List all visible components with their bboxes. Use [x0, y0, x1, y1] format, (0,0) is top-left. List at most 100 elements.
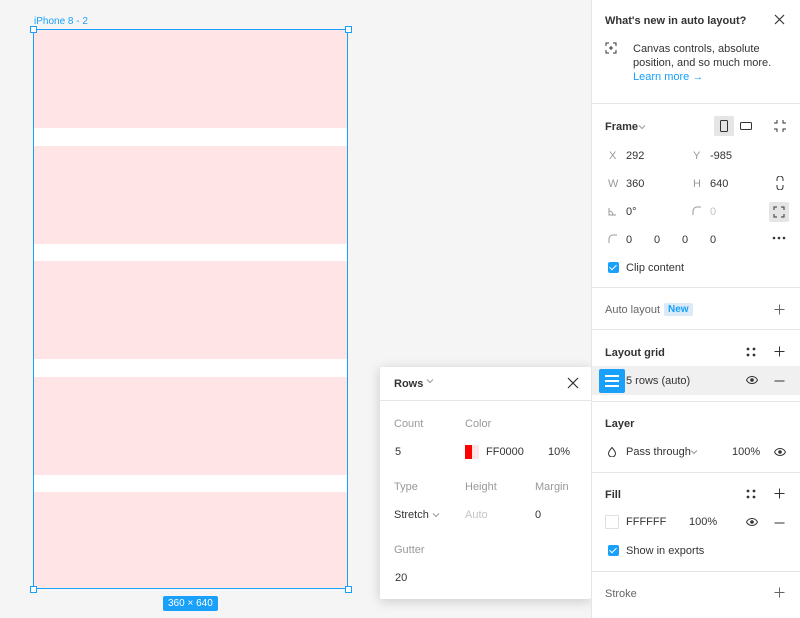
layout-grid-row: [34, 377, 347, 475]
corner-top-left-input[interactable]: 0: [626, 234, 632, 246]
add-stroke-icon[interactable]: [774, 587, 785, 598]
eye-icon[interactable]: [746, 376, 758, 384]
fill-opacity-input[interactable]: 100%: [689, 516, 717, 528]
fill-title: Fill: [605, 489, 621, 501]
close-icon[interactable]: [567, 377, 579, 389]
x-label: X: [609, 150, 617, 162]
show-in-exports-label: Show in exports: [626, 545, 705, 557]
grid-settings-icon[interactable]: [599, 369, 625, 393]
resize-handle-top-left[interactable]: [30, 26, 37, 33]
margin-input[interactable]: 0: [535, 509, 541, 521]
grid-styles-icon[interactable]: [746, 347, 756, 357]
stroke-section: Stroke: [592, 573, 800, 618]
layout-grid-row: [34, 261, 347, 359]
chevron-down-icon[interactable]: [638, 124, 646, 130]
color-swatch[interactable]: [465, 445, 479, 459]
height-input[interactable]: Auto: [465, 509, 488, 521]
properties-panel: What's new in auto layout? Canvas contro…: [591, 0, 800, 618]
layout-grid-item-label[interactable]: 5 rows (auto): [626, 375, 690, 387]
whats-new-body-line1: Canvas controls, absolute: [633, 43, 760, 55]
new-badge: New: [664, 303, 693, 316]
learn-more-link[interactable]: Learn more →: [633, 71, 703, 83]
corner-radius-icon: [692, 206, 701, 215]
show-in-exports-checkbox[interactable]: [608, 545, 619, 556]
independent-corners-button[interactable]: [769, 202, 789, 222]
count-input[interactable]: 5: [395, 446, 401, 458]
layout-grid-row: [34, 30, 347, 128]
fill-color-swatch[interactable]: [605, 515, 619, 529]
layer-opacity-input[interactable]: 100%: [732, 446, 760, 458]
color-label: Color: [465, 418, 492, 430]
layer-title: Layer: [605, 418, 635, 430]
remove-grid-icon[interactable]: [774, 380, 785, 382]
margin-label: Margin: [535, 481, 569, 493]
corner-top-right-input[interactable]: 0: [654, 234, 660, 246]
layout-grid-row: [34, 146, 347, 244]
layout-grid-row: [34, 492, 347, 588]
constrain-proportions-icon[interactable]: [775, 176, 785, 190]
frame-name-label[interactable]: iPhone 8 - 2: [34, 16, 88, 27]
eye-icon[interactable]: [774, 448, 786, 456]
add-fill-icon[interactable]: [774, 488, 785, 499]
color-opacity-input[interactable]: 10%: [548, 446, 570, 458]
color-hex-input[interactable]: FF0000: [486, 446, 524, 458]
resize-handle-top-right[interactable]: [345, 26, 352, 33]
y-input[interactable]: -985: [710, 150, 732, 162]
x-input[interactable]: 292: [626, 150, 644, 162]
eye-icon[interactable]: [746, 518, 758, 526]
selected-frame[interactable]: [33, 29, 348, 589]
resize-handle-bottom-left[interactable]: [30, 586, 37, 593]
fill-hex-input[interactable]: FFFFFF: [626, 516, 666, 528]
portrait-orientation-button[interactable]: [714, 116, 734, 136]
grid-type-dropdown[interactable]: Rows: [394, 378, 423, 390]
chevron-down-icon[interactable]: [690, 449, 698, 455]
rotation-input[interactable]: 0°: [626, 206, 637, 218]
blend-mode-icon: [608, 447, 616, 457]
layer-section: Layer Pass through 100%: [592, 402, 800, 473]
rotation-icon: [608, 207, 617, 216]
chevron-down-icon[interactable]: [426, 378, 434, 384]
remove-fill-icon[interactable]: [774, 522, 785, 524]
h-label: H: [693, 178, 701, 190]
stroke-title: Stroke: [605, 588, 637, 600]
corner-bottom-left-input[interactable]: 0: [710, 234, 716, 246]
w-label: W: [608, 178, 619, 190]
chevron-down-icon[interactable]: [432, 512, 440, 518]
clip-content-checkbox[interactable]: [608, 262, 619, 273]
whats-new-title: What's new in auto layout?: [605, 15, 747, 27]
grid-settings-popup: Rows Count Color 5 FF0000 10% Type Heigh…: [380, 367, 591, 599]
type-dropdown[interactable]: Stretch: [394, 509, 429, 521]
y-label: Y: [693, 150, 701, 162]
add-grid-icon[interactable]: [774, 346, 785, 357]
canvas-controls-icon: [605, 42, 617, 54]
whats-new-body-line2: position, and so much more.: [633, 57, 772, 69]
fill-styles-icon[interactable]: [746, 489, 756, 499]
fill-section: Fill FFFFFF 100% Show in exports: [592, 474, 800, 572]
popup-header: Rows: [380, 367, 591, 401]
layout-grid-title: Layout grid: [605, 347, 665, 359]
corner-bottom-right-input[interactable]: 0: [682, 234, 688, 246]
add-auto-layout-icon[interactable]: [774, 304, 785, 315]
gutter-input[interactable]: 20: [395, 572, 407, 584]
auto-layout-title: Auto layout: [605, 304, 661, 316]
height-label: Height: [465, 481, 497, 493]
clip-content-label: Clip content: [626, 262, 685, 274]
count-label: Count: [394, 418, 424, 430]
corner-radius-input[interactable]: 0: [710, 206, 716, 218]
resize-handle-bottom-right[interactable]: [345, 586, 352, 593]
gutter-label: Gutter: [394, 544, 425, 556]
resize-to-fit-icon[interactable]: [773, 119, 787, 133]
frame-size-badge: 360 × 640: [163, 596, 218, 611]
more-options-icon[interactable]: [772, 236, 786, 240]
frame-section: Frame X 292 Y -985 W 360 H 640 0° 0 0 0 …: [592, 105, 800, 288]
close-icon[interactable]: [774, 14, 785, 25]
auto-layout-section: Auto layout New: [592, 289, 800, 330]
type-label: Type: [394, 481, 418, 493]
w-input[interactable]: 360: [626, 178, 644, 190]
frame-preset-dropdown[interactable]: Frame: [605, 121, 638, 133]
corner-radius-icon: [608, 234, 617, 243]
whats-new-section: What's new in auto layout? Canvas contro…: [592, 0, 800, 104]
blend-mode-dropdown[interactable]: Pass through: [626, 446, 691, 458]
landscape-orientation-button[interactable]: [736, 116, 756, 136]
h-input[interactable]: 640: [710, 178, 728, 190]
